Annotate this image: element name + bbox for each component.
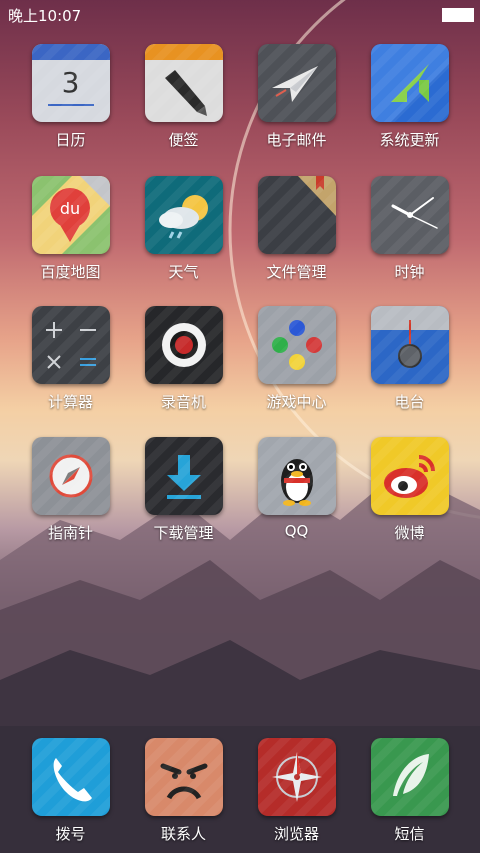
app-label: 拨号 [55,825,86,843]
dock-browser[interactable]: 浏览器 [240,738,353,844]
app-email[interactable]: 电子邮件 [240,44,353,150]
app-label: 录音机 [160,393,206,411]
radio-dial-icon [370,306,449,384]
app-label: 指南针 [47,524,93,542]
app-baidu-maps[interactable]: du 百度地图 [14,176,127,282]
weibo-eye-icon [370,437,449,515]
app-label: 下载管理 [153,524,214,542]
app-weather[interactable]: 天气 [127,176,240,282]
calculator-icon [31,306,110,384]
game-buttons-icon [257,306,336,384]
app-label: 联系人 [160,825,206,843]
status-time: 晚上10:07 [8,7,82,25]
app-system-update[interactable]: 系统更新 [353,44,466,150]
paper-plane-icon [257,44,336,122]
app-label: 日历 [55,131,86,149]
clock-icon [370,176,449,254]
app-recorder[interactable]: 录音机 [127,306,240,412]
compass-icon [31,437,110,515]
app-calculator[interactable]: 计算器 [14,306,127,412]
phone-icon [31,738,110,816]
app-label: 电台 [394,393,425,411]
app-label: 计算器 [47,393,93,411]
app-label: 浏览器 [273,825,319,843]
map-pin-icon: du [31,176,110,254]
compass-rose-icon [257,738,336,816]
penguin-icon [257,437,336,515]
app-label: 时钟 [394,263,425,281]
pencil-icon [144,44,223,122]
angry-face-icon [144,738,223,816]
app-radio[interactable]: 电台 [353,306,466,412]
app-label: 便签 [168,131,199,149]
app-calendar[interactable]: 3 日历 [14,44,127,150]
app-file-manager[interactable]: 文件管理 [240,176,353,282]
download-arrow-icon [144,437,223,515]
app-notes[interactable]: 便签 [127,44,240,150]
app-label: 文件管理 [266,263,327,281]
record-icon [144,306,223,384]
app-download-manager[interactable]: 下载管理 [127,437,240,543]
app-label: 电子邮件 [266,131,327,149]
app-clock[interactable]: 时钟 [353,176,466,282]
battery-icon [442,8,474,22]
app-label: 系统更新 [379,131,440,149]
app-label: QQ [284,522,309,540]
app-label: 百度地图 [40,263,101,281]
folder-icon [257,176,336,254]
calendar-icon: 3 [31,44,110,122]
app-label: 游戏中心 [266,393,327,411]
app-game-center[interactable]: 游戏中心 [240,306,353,412]
dock: 拨号 联系人 浏览器 短信 [0,726,480,853]
app-qq[interactable]: QQ [240,437,353,540]
app-label: 天气 [168,263,199,281]
dock-contacts[interactable]: 联系人 [127,738,240,844]
app-label: 微博 [394,524,425,542]
feather-icon [370,738,449,816]
app-compass[interactable]: 指南针 [14,437,127,543]
weather-cloud-icon [144,176,223,254]
status-bar: 晚上10:07 [0,0,480,28]
app-label: 短信 [394,825,425,843]
dock-phone[interactable]: 拨号 [14,738,127,844]
dock-messages[interactable]: 短信 [353,738,466,844]
update-arrows-icon [370,44,449,122]
app-weibo[interactable]: 微博 [353,437,466,543]
